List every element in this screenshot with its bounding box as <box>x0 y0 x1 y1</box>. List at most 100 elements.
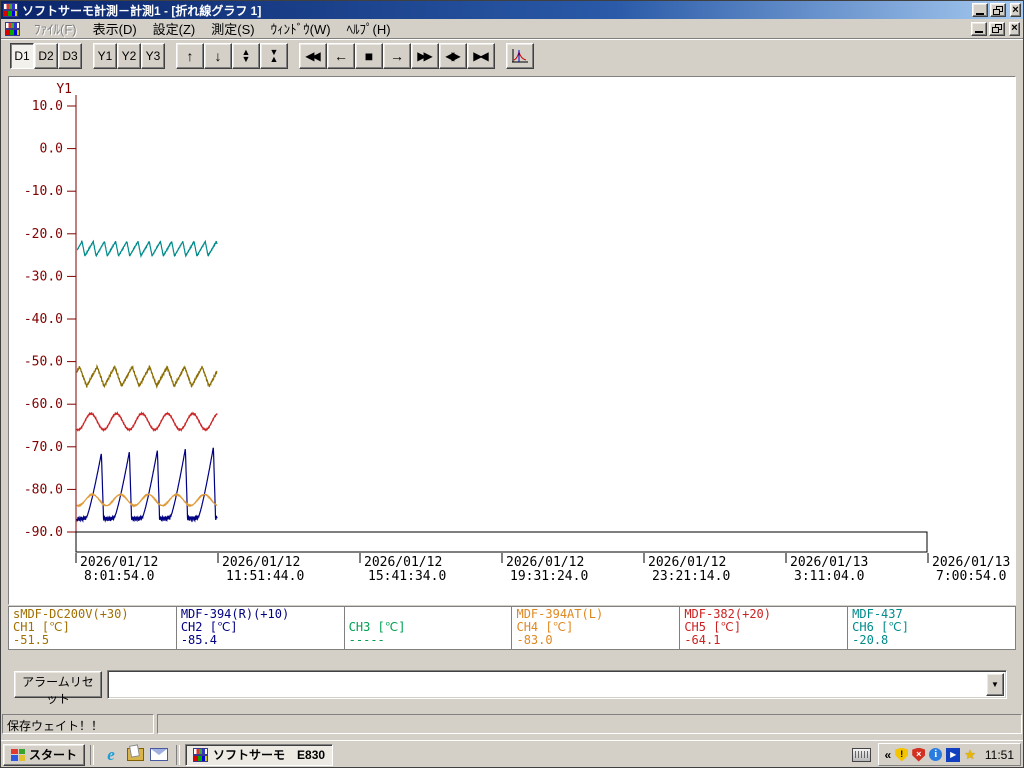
application-window: ソフトサーモ計測－計測1 - [折れ線グラフ 1] × ﾌｧｲﾙ(F) 表示(D… <box>0 0 1024 768</box>
svg-text:19:31:24.0: 19:31:24.0 <box>510 569 588 584</box>
taskbar-divider <box>90 744 95 765</box>
alarm-combobox[interactable]: ▼ <box>107 670 1007 699</box>
svg-text:10.0: 10.0 <box>32 99 63 114</box>
restore-button[interactable] <box>990 3 1006 17</box>
svg-text:-40.0: -40.0 <box>24 312 63 327</box>
alarm-reset-button[interactable]: アラームリセット <box>14 671 102 706</box>
left-arrow-icon: ← <box>334 48 348 64</box>
menu-settings[interactable]: 設定(Z) <box>145 18 204 39</box>
minimize-button[interactable] <box>972 3 988 17</box>
svg-text:-30.0: -30.0 <box>24 269 63 284</box>
expand-x-button[interactable]: ◀▶ <box>439 43 467 69</box>
status-bar: 保存ウェイト！！ <box>0 710 1024 739</box>
legend-channel-2: MDF-394(R)(+10) CH2 [℃] -85.4 <box>176 607 344 649</box>
app-icon <box>193 747 209 762</box>
media-play-icon[interactable]: ▶ <box>946 747 961 762</box>
mail-icon <box>150 748 169 761</box>
mdi-close-button[interactable]: × <box>1009 21 1020 36</box>
svg-text:2026/01/12: 2026/01/12 <box>80 555 158 570</box>
svg-text:0.0: 0.0 <box>40 142 63 157</box>
legend-channel-6: MDF-437 CH6 [℃] -20.8 <box>848 607 1015 649</box>
channel-legend: sMDF-DC200V(+30) CH1 [℃] -51.5 MDF-394(R… <box>8 606 1016 650</box>
legend-channel-5: MDF-382(+20) CH5 [℃] -64.1 <box>680 607 848 649</box>
display3-button[interactable]: D3 <box>58 43 82 69</box>
mdi-minimize-button[interactable] <box>971 21 987 36</box>
scroll-up-button[interactable]: ↑ <box>176 43 204 69</box>
scroll-down-button[interactable]: ↓ <box>204 43 232 69</box>
security-warning-icon[interactable]: ! <box>895 747 909 762</box>
menu-help[interactable]: ﾍﾙﾌﾟ(H) <box>339 18 399 39</box>
svg-text:3:11:04.0: 3:11:04.0 <box>794 569 864 584</box>
display1-button[interactable]: D1 <box>10 43 34 69</box>
axis-y1-button[interactable]: Y1 <box>93 43 117 69</box>
task-label: ソフトサーモ E830 <box>213 748 326 762</box>
svg-text:-10.0: -10.0 <box>24 184 63 199</box>
down-arrow-icon: ↓ <box>214 48 222 64</box>
keyboard-layout-icon[interactable] <box>851 747 871 762</box>
star-icon[interactable]: ★ <box>964 748 976 761</box>
display2-button[interactable]: D2 <box>34 43 58 69</box>
system-tray: « ! × i ▶ ★ 11:51 <box>851 743 1021 766</box>
menu-view[interactable]: 表示(D) <box>85 18 145 39</box>
svg-text:-50.0: -50.0 <box>24 355 63 370</box>
svg-text:11:51:44.0: 11:51:44.0 <box>226 569 304 584</box>
stop-button[interactable]: ■ <box>355 43 383 69</box>
expand-y-icon-bottom: ▼ <box>241 54 251 64</box>
combo-dropdown-button[interactable]: ▼ <box>986 673 1004 696</box>
svg-text:-90.0: -90.0 <box>24 525 63 540</box>
security-alert-icon[interactable]: × <box>912 747 926 762</box>
svg-text:2026/01/12: 2026/01/12 <box>648 555 726 570</box>
menu-measure[interactable]: 測定(S) <box>203 18 262 39</box>
legend-channel-1: sMDF-DC200V(+30) CH1 [℃] -51.5 <box>9 607 176 649</box>
channel-value: -51.5 <box>13 633 50 647</box>
start-label: スタート <box>29 748 78 762</box>
quicklaunch-mail-button[interactable] <box>147 743 171 767</box>
scroll-left-button[interactable]: ← <box>327 43 355 69</box>
start-button[interactable]: スタート <box>3 743 86 766</box>
info-balloon-icon[interactable]: i <box>929 748 943 761</box>
expand-y-button[interactable]: ▲ ▼ <box>232 43 260 69</box>
svg-text:-20.0: -20.0 <box>24 227 63 242</box>
line-graph-icon <box>512 49 528 63</box>
compress-x-button[interactable]: ▶◀ <box>467 43 495 69</box>
tray-overflow-chevron-icon[interactable]: « <box>885 748 892 762</box>
taskbar-clock[interactable]: 11:51 <box>985 748 1014 762</box>
compress-y-button[interactable]: ▼ ▲ <box>260 43 288 69</box>
channel-value: -83.0 <box>516 633 553 647</box>
double-right-icon: ▶▶ <box>417 49 433 63</box>
right-arrow-icon: → <box>390 48 404 64</box>
close-button[interactable]: × <box>1010 3 1021 17</box>
taskbar-task-softthermo[interactable]: ソフトサーモ E830 <box>185 743 334 766</box>
mdi-restore-button[interactable] <box>989 21 1005 36</box>
quicklaunch-show-desktop-button[interactable] <box>123 743 147 767</box>
close-icon: × <box>1012 3 1019 16</box>
expand-x-icon: ◀▶ <box>445 49 461 63</box>
compress-y-icon-bottom: ▲ <box>269 54 279 64</box>
internet-explorer-icon: e <box>107 745 115 764</box>
fast-rewind-button[interactable]: ◀◀ <box>299 43 327 69</box>
windows-logo-icon <box>11 748 25 761</box>
svg-text:2026/01/12: 2026/01/12 <box>364 555 442 570</box>
status-message: 保存ウェイト！！ <box>2 714 154 734</box>
restore-icon <box>992 24 1002 33</box>
menu-window[interactable]: ｳｨﾝﾄﾞｳ(W) <box>263 18 339 39</box>
close-icon: × <box>1011 22 1018 34</box>
mdi-document-icon <box>5 21 20 36</box>
axis-y2-button[interactable]: Y2 <box>117 43 141 69</box>
svg-text:2026/01/13: 2026/01/13 <box>932 555 1010 570</box>
toolbar: D1 D2 D3 Y1 Y2 Y3 ↑ ↓ ▲ ▼ ▼ ▲ ◀◀ ← ■ → ▶… <box>1 40 1023 72</box>
taskbar: スタート e ソフトサーモ E830 « ! × i ▶ ★ 11:51 <box>0 740 1024 768</box>
graph-view-button[interactable] <box>506 43 534 69</box>
fast-forward-button[interactable]: ▶▶ <box>411 43 439 69</box>
quicklaunch-ie-button[interactable]: e <box>99 743 123 767</box>
svg-text:-80.0: -80.0 <box>24 482 63 497</box>
window-title: ソフトサーモ計測－計測1 - [折れ線グラフ 1] <box>22 3 262 18</box>
channel-value: -20.8 <box>852 633 889 647</box>
status-panel-secondary <box>157 714 1022 734</box>
channel-value: ----- <box>348 633 385 647</box>
scroll-right-button[interactable]: → <box>383 43 411 69</box>
show-desktop-icon <box>126 748 144 761</box>
axis-y3-button[interactable]: Y3 <box>141 43 165 69</box>
minimize-icon <box>976 12 984 15</box>
menu-file[interactable]: ﾌｧｲﾙ(F) <box>26 18 85 39</box>
